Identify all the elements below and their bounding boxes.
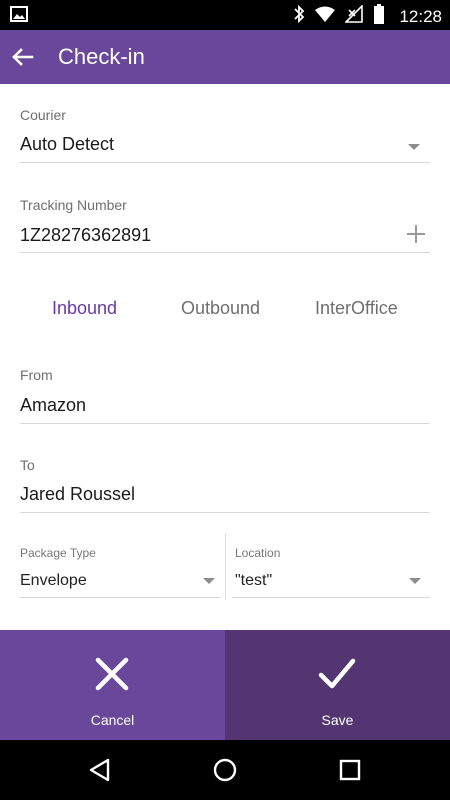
location-underline bbox=[232, 597, 430, 598]
plus-icon bbox=[407, 225, 425, 243]
tab-outbound[interactable]: Outbound bbox=[181, 298, 260, 319]
app-bar: Check-in bbox=[0, 30, 450, 84]
location-dropdown-icon[interactable] bbox=[409, 578, 421, 584]
package-type-label: Package Type bbox=[20, 546, 96, 560]
action-bar: Cancel Save bbox=[0, 630, 450, 740]
courier-underline bbox=[20, 162, 430, 163]
close-icon bbox=[95, 657, 129, 691]
tracking-input[interactable]: 1Z28276362891 bbox=[20, 225, 151, 246]
status-bar: 12:28 bbox=[0, 0, 450, 30]
no-signal-icon bbox=[344, 4, 364, 28]
location-label: Location bbox=[235, 546, 281, 560]
navigation-bar bbox=[0, 740, 450, 800]
location-select[interactable]: "test" bbox=[235, 572, 272, 590]
add-tracking-button[interactable] bbox=[404, 222, 428, 246]
battery-icon bbox=[373, 4, 385, 29]
home-circle-icon bbox=[213, 758, 237, 782]
courier-select[interactable]: Auto Detect bbox=[20, 134, 114, 155]
nav-home-button[interactable] bbox=[211, 756, 239, 784]
package-type-select[interactable]: Envelope bbox=[20, 572, 87, 590]
package-type-underline bbox=[20, 597, 220, 598]
check-icon bbox=[318, 658, 356, 689]
to-input[interactable]: Jared Roussel bbox=[20, 484, 135, 505]
direction-tabs: Inbound Outbound InterOffice bbox=[0, 298, 450, 324]
from-input[interactable]: Amazon bbox=[20, 395, 86, 416]
tracking-label: Tracking Number bbox=[20, 197, 127, 213]
from-underline bbox=[20, 423, 430, 424]
save-button[interactable]: Save bbox=[225, 630, 450, 740]
courier-dropdown-icon[interactable] bbox=[408, 144, 420, 150]
tracking-underline bbox=[20, 252, 430, 253]
column-divider bbox=[225, 533, 226, 599]
to-label: To bbox=[20, 457, 35, 473]
cancel-button[interactable]: Cancel bbox=[0, 630, 225, 740]
page-title: Check-in bbox=[58, 44, 145, 69]
bluetooth-icon bbox=[293, 4, 305, 29]
to-underline bbox=[20, 512, 430, 513]
save-label: Save bbox=[321, 712, 354, 728]
image-icon bbox=[10, 6, 28, 27]
back-arrow-icon bbox=[12, 48, 34, 66]
tab-interoffice[interactable]: InterOffice bbox=[315, 298, 398, 319]
recents-square-icon bbox=[339, 759, 361, 781]
back-triangle-icon bbox=[89, 758, 110, 782]
wifi-icon bbox=[315, 6, 336, 27]
nav-recents-button[interactable] bbox=[336, 756, 364, 784]
tab-inbound[interactable]: Inbound bbox=[52, 298, 117, 319]
cancel-label: Cancel bbox=[90, 712, 135, 728]
nav-back-button[interactable] bbox=[86, 756, 114, 784]
status-time: 12:28 bbox=[399, 6, 442, 26]
courier-label: Courier bbox=[20, 107, 66, 123]
status-icons: 12:28 bbox=[293, 4, 442, 29]
package-type-dropdown-icon[interactable] bbox=[203, 578, 215, 584]
from-label: From bbox=[20, 367, 53, 383]
back-button[interactable] bbox=[6, 40, 40, 74]
